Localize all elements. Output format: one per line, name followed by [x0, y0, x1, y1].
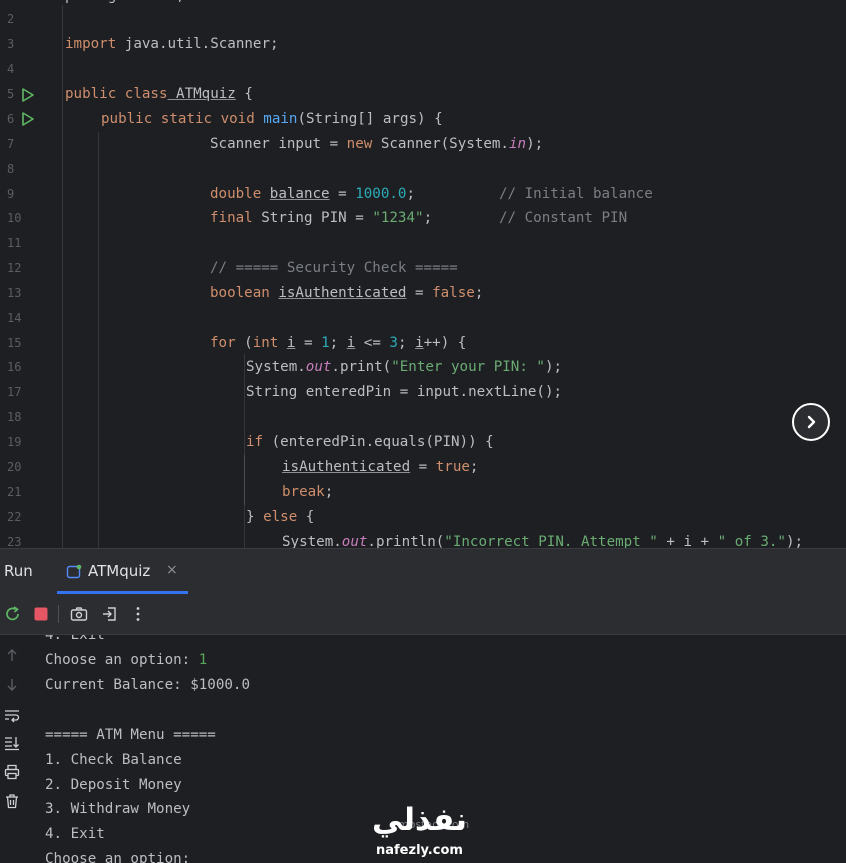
code-comment: // Initial balance — [499, 186, 653, 202]
indent-guide — [98, 132, 99, 548]
next-arrow-icon — [807, 415, 816, 429]
console-line: ===== ATM Menu ===== — [45, 727, 216, 743]
console-line: Choose an option: 1 — [45, 652, 208, 668]
code-line: String enteredPin = input.nextLine(); — [246, 384, 563, 400]
stop-icon[interactable] — [32, 605, 50, 623]
code-comment: // Constant PIN — [499, 210, 628, 226]
line-number: 7 — [7, 137, 15, 151]
line-number: 23 — [7, 535, 22, 548]
indent-guide — [244, 354, 245, 548]
code-line: package first; — [65, 0, 185, 8]
code-line: for (int i = 1; i <= 3; i++) { — [210, 335, 467, 351]
console-line: 4. Exit — [45, 826, 105, 842]
console-line: 2. Deposit Money — [45, 777, 182, 793]
code-line: public class ATMquiz { — [65, 86, 253, 102]
console-line: Current Balance: $1000.0 — [45, 677, 250, 693]
console-side-toolbar — [0, 635, 26, 863]
line-number: 10 — [7, 211, 22, 225]
watermark-arabic: نفذلي — [372, 802, 467, 838]
tab-label: ATMquiz — [88, 562, 151, 580]
camera-icon[interactable] — [70, 605, 88, 623]
code-line: break; — [282, 484, 334, 500]
code-line: import java.util.Scanner; — [65, 36, 279, 52]
run-title: Run — [4, 562, 33, 580]
print-icon[interactable] — [4, 764, 20, 780]
tab-atmquiz[interactable]: ATMquiz × — [57, 549, 188, 594]
run-header: Run ATMquiz × — [0, 549, 846, 594]
indent-guide — [62, 5, 63, 548]
code-line: if (enteredPin.equals(PIN)) { — [246, 434, 494, 450]
line-number: 3 — [7, 37, 15, 51]
code-editor[interactable]: 1 2 3 4 5 6 7 8 9 10 11 12 13 14 15 16 1… — [0, 0, 846, 548]
line-number: 17 — [7, 385, 22, 399]
line-number: 11 — [7, 236, 22, 250]
run-toolbar — [0, 594, 846, 635]
scroll-up-icon[interactable] — [4, 647, 20, 663]
line-number: 4 — [7, 62, 15, 76]
code-line: System.out.println("Incorrect PIN. Attem… — [282, 534, 804, 548]
code-line: boolean isAuthenticated = false; — [210, 285, 484, 301]
code-line: final String PIN = "1234"; — [210, 210, 433, 226]
more-icon[interactable] — [129, 605, 147, 623]
soft-wrap-icon[interactable] — [4, 707, 20, 723]
line-number: 18 — [7, 410, 22, 424]
console-line: 4. Exit — [45, 635, 105, 643]
watermark-domain: nafezly.com — [376, 843, 463, 858]
line-number: 12 — [7, 261, 22, 275]
next-button[interactable] — [792, 403, 830, 441]
code-line: isAuthenticated = true; — [282, 459, 479, 475]
line-number: 15 — [7, 336, 22, 350]
trash-icon[interactable] — [4, 793, 20, 809]
toolbar-separator — [58, 605, 59, 623]
console-line: 1. Check Balance — [45, 752, 182, 768]
line-number: 14 — [7, 311, 22, 325]
line-number: 19 — [7, 435, 22, 449]
indent-guide — [244, 455, 245, 505]
console-line: 3. Withdraw Money — [45, 801, 191, 817]
line-number: 16 — [7, 360, 22, 374]
run-gutter-icon[interactable] — [21, 88, 35, 102]
code-line: } else { — [246, 509, 315, 525]
code-line: Scanner input = new Scanner(System.in); — [210, 136, 544, 152]
scroll-end-icon[interactable] — [4, 735, 20, 751]
line-number: 9 — [7, 187, 15, 201]
line-number: 13 — [7, 286, 22, 300]
line-number: 21 — [7, 485, 22, 499]
exit-icon[interactable] — [101, 605, 119, 623]
console-line: Choose an option: — [45, 851, 191, 863]
line-number: 20 — [7, 460, 22, 474]
close-icon[interactable]: × — [166, 562, 178, 578]
run-gutter-icon[interactable] — [21, 112, 35, 126]
scroll-down-icon[interactable] — [4, 677, 20, 693]
line-number: 2 — [7, 12, 15, 26]
code-line: System.out.print("Enter your PIN: "); — [246, 359, 563, 375]
code-line: double balance = 1000.0; — [210, 186, 416, 202]
rerun-icon[interactable] — [4, 605, 22, 623]
code-comment: // ===== Security Check ===== — [210, 260, 458, 276]
java-file-icon — [66, 564, 82, 579]
line-number: 8 — [7, 162, 15, 176]
line-number: 22 — [7, 510, 22, 524]
code-line: public static void main(String[] args) { — [101, 111, 443, 127]
